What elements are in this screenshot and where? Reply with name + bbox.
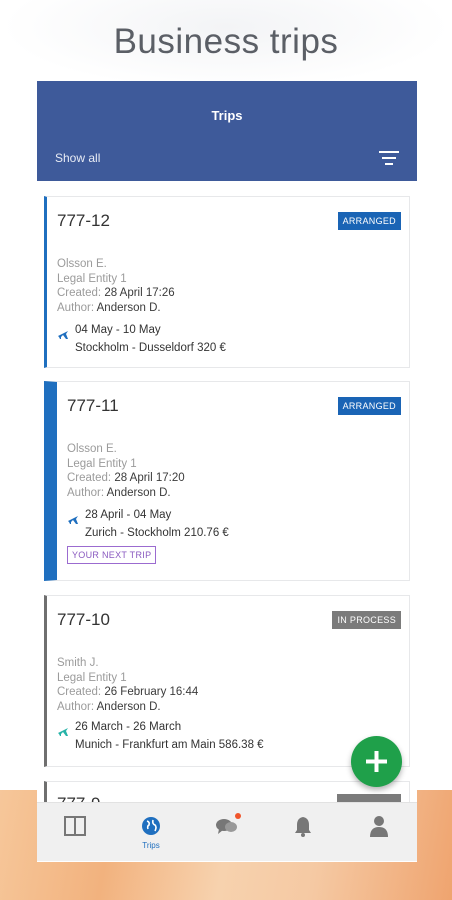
plane-icon [58,331,68,339]
nav-item-trips[interactable]: Trips [113,803,189,862]
globe-icon [142,817,160,835]
legal-entity: Legal Entity 1 [57,272,127,285]
nav-item-notifications[interactable] [265,803,341,862]
plane-icon [68,516,78,524]
add-trip-button[interactable] [351,736,402,787]
trip-route: Stockholm - Dusseldorf 320 € [75,342,226,354]
trip-card[interactable]: 777-10 IN PROCESS Smith J. Legal Entity … [44,595,410,767]
nav-item-messages[interactable] [189,803,265,862]
next-trip-tag: YOUR NEXT TRIP [67,546,157,564]
filter-icon[interactable] [379,151,399,165]
chat-icon [216,819,237,834]
header-title: Trips [211,108,243,123]
employee-name: Olsson E. [57,258,107,270]
notification-dot [235,813,241,819]
created-value: 28 April 17:26 [104,287,175,299]
bell-icon [295,817,311,837]
app-header: Trips Show all [37,81,417,181]
trip-card[interactable]: 777-12 ARRANGED Olsson E. Legal Entity 1… [44,196,410,368]
legal-entity: Legal Entity 1 [57,671,127,684]
trip-info: Smith J. Legal Entity 1 Created: 26 Febr… [57,656,198,714]
page-title: Business trips [113,22,339,61]
trip-travel: 26 March - 26 March Munich - Frankfurt a… [57,718,264,754]
nav-item-profile[interactable] [341,803,417,862]
author-value: Anderson D. [96,700,161,713]
legal-entity: Legal Entity 1 [67,457,137,470]
trip-route: Zurich - Stockholm 210.76 € [85,527,229,539]
status-badge: ARRANGED [337,212,401,230]
status-badge: ARRANGED [337,397,401,415]
plus-icon [366,751,387,772]
author-label: Author: [57,700,95,713]
trip-card[interactable]: 777-11 ARRANGED Olsson E. Legal Entity 1… [44,381,410,581]
employee-name: Olsson E. [67,443,117,455]
trip-dates: 04 May - 10 May [75,324,161,336]
user-icon [370,816,388,837]
plane-icon [58,728,68,736]
created-label: Created: [57,287,102,299]
trip-info: Olsson E. Legal Entity 1 Created: 28 Apr… [57,257,175,315]
trip-travel: 04 May - 10 May Stockholm - Dusseldorf 3… [57,321,226,357]
author-value: Anderson D. [106,486,171,499]
nav-label-trips: Trips [142,841,160,850]
trip-number: 777-11 [67,396,119,415]
trip-dates: 28 April - 04 May [85,509,172,521]
show-all-filter[interactable]: Show all [55,151,100,165]
author-label: Author: [57,301,95,314]
author-value: Anderson D. [96,301,161,314]
created-label: Created: [57,686,102,698]
trip-number: 777-10 [57,610,110,629]
created-value: 26 February 16:44 [104,686,199,698]
nav-item-dashboard[interactable] [37,803,113,862]
trip-travel: 28 April - 04 May Zurich - Stockholm 210… [67,506,229,542]
book-icon [64,816,86,836]
trip-dates: 26 March - 26 March [75,721,182,733]
trip-route: Munich - Frankfurt am Main 586.38 € [75,739,264,751]
author-label: Author: [67,486,105,499]
employee-name: Smith J. [57,657,99,669]
created-label: Created: [67,472,112,484]
trip-number: 777-12 [57,211,110,230]
bottom-navigation: Trips [37,802,417,861]
trip-info: Olsson E. Legal Entity 1 Created: 28 Apr… [67,442,185,500]
status-badge: IN PROCESS [332,611,401,629]
created-value: 28 April 17:20 [114,472,185,484]
